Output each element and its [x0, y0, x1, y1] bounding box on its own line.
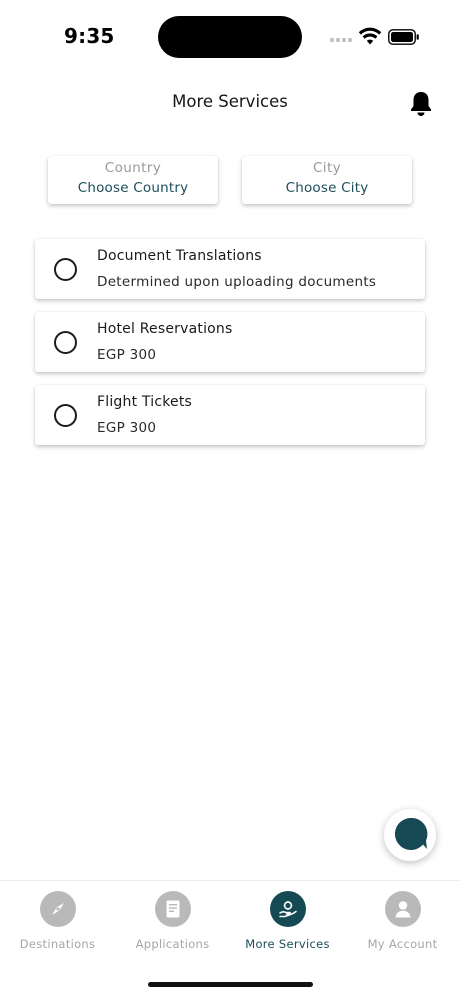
city-value: Choose City [285, 180, 369, 196]
city-label: City [312, 160, 342, 176]
nav-label: My Account [367, 937, 438, 951]
chat-button[interactable] [384, 809, 436, 861]
service-price: Determined upon uploading documents [97, 274, 377, 290]
status-time: 9:35 [64, 24, 115, 48]
notification-bell-icon[interactable] [408, 90, 434, 118]
bottom-navigation: Destinations Applications More Services [0, 880, 460, 996]
nav-item-my-account[interactable]: My Account [345, 891, 460, 951]
service-price: EGP 300 [97, 347, 157, 363]
service-card-document-translations[interactable]: Document Translations Determined upon up… [35, 239, 425, 299]
wifi-icon [358, 27, 382, 45]
country-label: Country [104, 160, 162, 176]
service-name: Flight Tickets [97, 394, 193, 410]
home-indicator [148, 982, 313, 987]
dynamic-island [158, 16, 302, 58]
service-card-hotel-reservations[interactable]: Hotel Reservations EGP 300 [35, 312, 425, 372]
nav-item-more-services[interactable]: More Services [230, 891, 345, 951]
country-value: Choose Country [77, 180, 189, 196]
battery-icon [388, 29, 419, 45]
compass-icon [39, 891, 76, 927]
nav-label: Destinations [19, 937, 96, 951]
nav-item-destinations[interactable]: Destinations [0, 891, 115, 951]
service-name: Hotel Reservations [97, 321, 233, 337]
user-icon [384, 891, 421, 927]
document-icon [154, 891, 191, 927]
radio-button[interactable] [54, 331, 77, 354]
country-selector[interactable]: Country Choose Country [48, 156, 218, 204]
page-title: More Services [172, 92, 288, 111]
radio-button[interactable] [54, 404, 77, 427]
hand-service-icon [269, 891, 306, 927]
radio-button[interactable] [54, 258, 77, 281]
nav-item-applications[interactable]: Applications [115, 891, 230, 951]
status-bar: 9:35 [0, 0, 460, 76]
nav-label: More Services [245, 937, 330, 951]
cellular-signal-icon [330, 38, 354, 44]
chat-bubble-icon [394, 817, 428, 850]
service-name: Document Translations [97, 248, 262, 264]
nav-label: Applications [135, 937, 210, 951]
service-card-flight-tickets[interactable]: Flight Tickets EGP 300 [35, 385, 425, 445]
city-selector[interactable]: City Choose City [242, 156, 412, 204]
service-price: EGP 300 [97, 420, 157, 436]
